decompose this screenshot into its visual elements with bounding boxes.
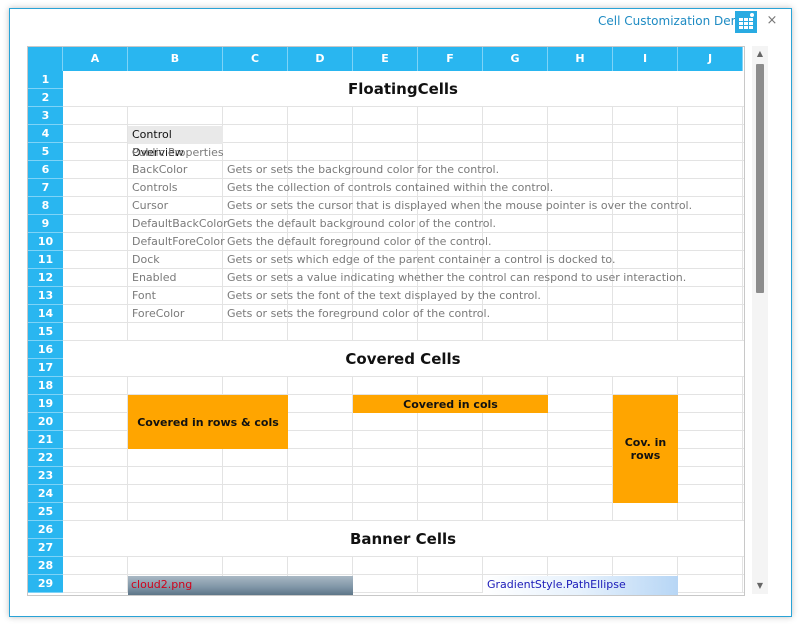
row-header-16[interactable]: 16 [28, 341, 63, 359]
row-header-3[interactable]: 3 [28, 107, 63, 125]
floating-cells-heading: FloatingCells [348, 80, 458, 98]
property-description-cell[interactable]: Gets the collection of controls containe… [227, 179, 553, 197]
property-description-cell[interactable]: Gets or sets the font of the text displa… [227, 287, 541, 305]
row-header-15[interactable]: 15 [28, 323, 63, 341]
column-header-b[interactable]: B [128, 47, 223, 71]
covered-cols-cell[interactable]: Covered in cols [353, 395, 548, 413]
property-description-cell[interactable]: Gets or sets the background color for th… [227, 161, 499, 179]
covered-rows-cols-cell[interactable]: Covered in rows & cols [128, 395, 288, 449]
property-description-cell[interactable]: Gets or sets which edge of the parent co… [227, 251, 615, 269]
scroll-thumb[interactable] [756, 64, 764, 293]
row-header-27[interactable]: 27 [28, 539, 63, 557]
gradient-banner-label: GradientStyle.PathEllipse [487, 578, 626, 591]
covered-rows-line2: rows [630, 449, 661, 462]
property-description-cell[interactable]: Gets or sets a value indicating whether … [227, 269, 686, 287]
row-header-24[interactable]: 24 [28, 485, 63, 503]
grid-corner[interactable] [28, 47, 63, 71]
column-header-h[interactable]: H [548, 47, 613, 71]
row-header-29[interactable]: 29 [28, 575, 63, 593]
cloud-image-label: cloud2.png [131, 578, 193, 591]
row-header-18[interactable]: 18 [28, 377, 63, 395]
row-header-5[interactable]: 5 [28, 143, 63, 161]
spreadsheet-grid[interactable]: ABCDEFGHIJ 1 2 3 4 5 6 7 8 9 10 11 12 13 14 15 16 17 18 19… [27, 46, 745, 596]
row-header-23[interactable]: 23 [28, 467, 63, 485]
control-overview-cell[interactable]: Control Overview [128, 126, 223, 159]
property-description-cell[interactable]: Gets the default background color of the… [227, 215, 496, 233]
close-button[interactable]: × [765, 12, 779, 30]
row-header-21[interactable]: 21 [28, 431, 63, 449]
vertical-scrollbar[interactable]: ▲ ▼ [752, 46, 768, 594]
scroll-up-arrow-icon[interactable]: ▲ [752, 48, 768, 60]
column-header-a[interactable]: A [63, 47, 128, 71]
column-header-g[interactable]: G [483, 47, 548, 71]
column-header-f[interactable]: F [418, 47, 483, 71]
covered-rows-cell[interactable]: Cov. in rows [613, 395, 678, 503]
property-name-cell[interactable]: Cursor [132, 197, 168, 215]
covered-rows-line1: Cov. in [624, 436, 667, 449]
row-header-6[interactable]: 6 [28, 161, 63, 179]
row-header-13[interactable]: 13 [28, 287, 63, 305]
row-header-14[interactable]: 14 [28, 305, 63, 323]
row-header-11[interactable]: 11 [28, 251, 63, 269]
property-name-cell[interactable]: Dock [132, 251, 160, 269]
property-name-cell[interactable]: Font [132, 287, 156, 305]
row-header-17[interactable]: 17 [28, 359, 63, 377]
column-header-d[interactable]: D [288, 47, 353, 71]
row-header-4[interactable]: 4 [28, 125, 63, 143]
row-header-7[interactable]: 7 [28, 179, 63, 197]
scroll-down-arrow-icon[interactable]: ▼ [752, 580, 768, 592]
row-header-22[interactable]: 22 [28, 449, 63, 467]
row-header-10[interactable]: 10 [28, 233, 63, 251]
property-description-cell[interactable]: Gets the default foreground color of the… [227, 233, 492, 251]
row-header-8[interactable]: 8 [28, 197, 63, 215]
covered-cells-heading: Covered Cells [345, 350, 461, 368]
column-header-i[interactable]: I [613, 47, 678, 71]
property-description-cell[interactable]: Gets or sets the foreground color of the… [227, 305, 490, 323]
property-name-cell[interactable]: BackColor [132, 161, 187, 179]
row-header-1[interactable]: 1 [28, 71, 63, 89]
row-header-28[interactable]: 28 [28, 557, 63, 575]
row-header-9[interactable]: 9 [28, 215, 63, 233]
column-header-e[interactable]: E [353, 47, 418, 71]
property-description-cell[interactable]: Gets or sets the cursor that is displaye… [227, 197, 692, 215]
public-properties-cell[interactable]: Public Properties [132, 144, 224, 162]
property-name-cell[interactable]: Controls [132, 179, 178, 197]
property-name-cell[interactable]: DefaultForeColor [132, 233, 225, 251]
property-name-cell[interactable]: Enabled [132, 269, 176, 287]
column-header-c[interactable]: C [223, 47, 288, 71]
grid-app-icon[interactable] [735, 11, 757, 33]
column-header-j[interactable]: J [678, 47, 743, 71]
row-header-25[interactable]: 25 [28, 503, 63, 521]
row-header-26[interactable]: 26 [28, 521, 63, 539]
row-header-2[interactable]: 2 [28, 89, 63, 107]
row-header-19[interactable]: 19 [28, 395, 63, 413]
property-name-cell[interactable]: DefaultBackColor [132, 215, 228, 233]
row-header-12[interactable]: 12 [28, 269, 63, 287]
property-name-cell[interactable]: ForeColor [132, 305, 184, 323]
banner-cells-heading: Banner Cells [349, 530, 457, 548]
row-header-20[interactable]: 20 [28, 413, 63, 431]
window-title: Cell Customization Demo [598, 14, 750, 28]
